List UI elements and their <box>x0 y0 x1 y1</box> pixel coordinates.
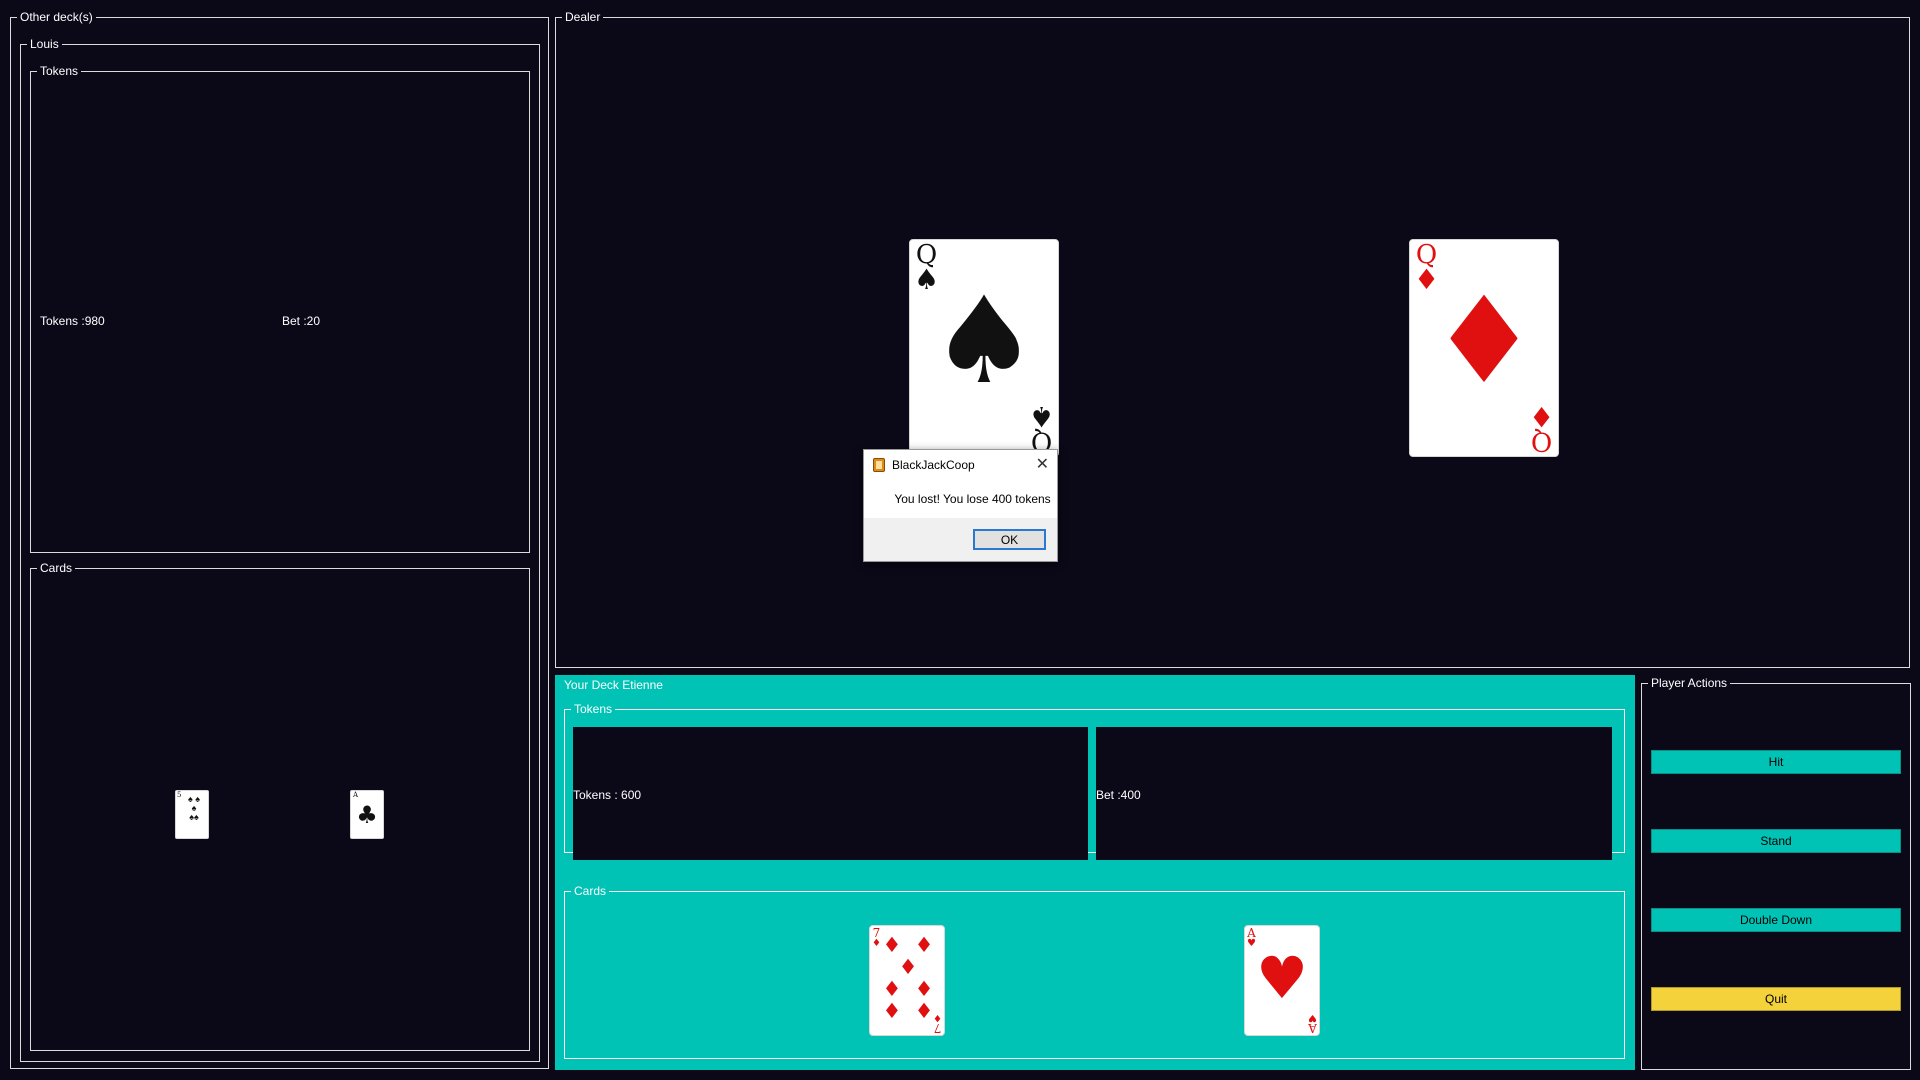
dialog-message: You lost! You lose 400 tokens <box>894 492 1051 506</box>
louis-card-2: A ♣ <box>350 790 384 839</box>
your-bet-box: Bet :400 <box>1096 727 1612 860</box>
ok-button[interactable]: OK <box>973 529 1046 550</box>
player-name: Louis <box>27 36 62 52</box>
louis-cards-panel: Cards 5 ♠ ♠ ♠ ♠♠ A ♣ <box>30 560 530 1051</box>
diamond-pips-icon: ♦ ♦ ♦ ♦ ♦ ♦ ♦ <box>882 933 934 1023</box>
your-card-2: A ♥ ♥ A ♥ <box>1244 925 1320 1036</box>
player-actions-panel: Player Actions Hit Stand Double Down Qui… <box>1641 675 1911 1070</box>
dealer-card-2: Q ♦ ♦ Q ♦ <box>1409 239 1559 457</box>
player-actions-legend: Player Actions <box>1648 675 1731 691</box>
player-louis-panel: Louis Tokens Tokens :980 Bet :20 Cards 5… <box>20 36 540 1062</box>
louis-tokens-panel: Tokens Tokens :980 Bet :20 <box>30 63 530 553</box>
diamond-corner-icon-bottom: ♦ <box>1528 400 1554 433</box>
dealer-panel: Dealer Q ♠ ♠ Q ♠ Q ♦ ♦ Q ♦ <box>555 9 1910 668</box>
your-cards-panel: Cards 7 ♦ ♦ ♦ ♦ ♦ ♦ ♦ ♦ 7 ♦ A ♥ ♥ A ♥ <box>564 883 1625 1059</box>
close-icon[interactable]: ✕ <box>1036 454 1049 474</box>
your-tokens-panel: Tokens Tokens : 600 Bet :400 <box>564 701 1625 860</box>
spade-pips-icon: ♠ ♠ ♠ ♠♠ <box>187 794 201 822</box>
your-tokens-box: Tokens : 600 <box>573 727 1088 860</box>
hit-button[interactable]: Hit <box>1651 750 1901 774</box>
heart-center-icon: ♥ <box>1256 944 1308 1012</box>
louis-bet-value: Bet :20 <box>282 314 321 328</box>
your-deck-panel: Your Deck Etienne Tokens Tokens : 600 Be… <box>555 675 1635 1070</box>
louis-card-1: 5 ♠ ♠ ♠ ♠♠ <box>175 790 209 839</box>
quit-button[interactable]: Quit <box>1651 987 1901 1011</box>
dealer-legend: Dealer <box>562 9 604 25</box>
your-tokens-value: Tokens : 600 <box>573 788 642 802</box>
dealer-card-1: Q ♠ ♠ Q ♠ <box>909 239 1059 457</box>
your-tokens-legend: Tokens <box>571 701 616 717</box>
louis-tokens-legend: Tokens <box>37 63 82 79</box>
your-deck-legend: Your Deck Etienne <box>561 677 666 693</box>
diamond-center-icon: ♦ <box>1430 272 1538 411</box>
other-decks-panel: Other deck(s) Louis Tokens Tokens :980 B… <box>10 9 549 1069</box>
double-down-button[interactable]: Double Down <box>1651 908 1901 932</box>
stand-button[interactable]: Stand <box>1651 829 1901 853</box>
louis-tokens-value: Tokens :980 <box>40 314 105 328</box>
club-icon: ♣ <box>356 801 378 829</box>
dialog-title: BlackJackCoop <box>892 458 975 472</box>
app-icon <box>873 458 885 472</box>
result-dialog: BlackJackCoop ✕ You lost! You lose 400 t… <box>863 449 1058 562</box>
louis-cards-legend: Cards <box>37 560 76 576</box>
your-cards-legend: Cards <box>571 883 610 899</box>
spade-corner-icon-bottom: ♠ <box>1028 400 1054 433</box>
spade-center-icon: ♠ <box>930 272 1038 411</box>
dialog-footer: OK <box>864 518 1057 561</box>
your-card-1: 7 ♦ ♦ ♦ ♦ ♦ ♦ ♦ ♦ 7 ♦ <box>869 925 945 1036</box>
your-bet-value: Bet :400 <box>1096 788 1141 802</box>
other-decks-legend: Other deck(s) <box>17 9 96 25</box>
